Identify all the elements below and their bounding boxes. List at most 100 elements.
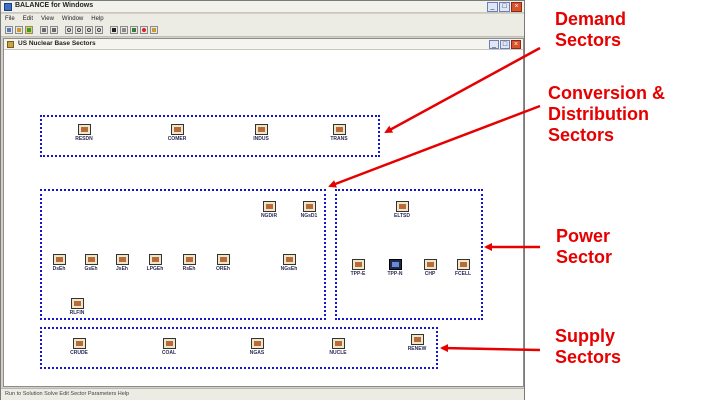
sector-node-tpp-n[interactable]: TPP-N	[380, 259, 410, 281]
sector-node-renew[interactable]: RENEW	[402, 334, 432, 356]
minimize-button[interactable]: _	[487, 2, 498, 12]
maximize-button[interactable]: □	[499, 2, 510, 12]
sector-node-dseh[interactable]: DsEh	[44, 254, 74, 276]
app-title-bar[interactable]: BALANCE for Windows _ □ ×	[1, 1, 524, 13]
help-icon[interactable]	[150, 26, 158, 34]
sector-label: RESDN	[75, 136, 93, 142]
sector-node-oreh[interactable]: OREh	[208, 254, 238, 276]
sector-node-coal[interactable]: COAL	[154, 338, 184, 360]
app-window-controls: _ □ ×	[487, 2, 522, 12]
annotation-line: Distribution	[548, 104, 649, 124]
factory-icon	[170, 124, 184, 135]
sector-node-chp[interactable]: CHP	[415, 259, 445, 281]
factory-icon	[115, 254, 129, 265]
run-icon[interactable]	[130, 26, 138, 34]
record-icon[interactable]	[140, 26, 148, 34]
sector-node-fcell[interactable]: FCELL	[448, 259, 478, 281]
sector-node-rseh[interactable]: RsEh	[174, 254, 204, 276]
new-icon[interactable]	[5, 26, 13, 34]
annotation-line: Sectors	[548, 125, 615, 145]
nuclear-plant-icon	[388, 259, 402, 270]
sector-label: INDUS	[253, 136, 269, 142]
annotation-line: Sectors	[555, 30, 622, 50]
print-icon[interactable]	[120, 26, 128, 34]
sector-node-rlfin[interactable]: RLFIN	[62, 298, 92, 320]
close-button[interactable]: ×	[511, 2, 522, 12]
child-maximize-button[interactable]: □	[500, 40, 510, 49]
sector-node-ngdir[interactable]: NGDiR	[254, 201, 284, 223]
conversion-annotation: Conversion & Distribution Sectors	[548, 83, 665, 146]
sector-label: ELTSD	[393, 213, 411, 219]
sector-label: RENEW	[407, 346, 427, 352]
sector-label: FCELL	[454, 271, 472, 277]
zoom-fit-icon[interactable]	[95, 26, 103, 34]
sector-label: COMER	[167, 136, 187, 142]
menu-edit[interactable]: Edit	[23, 14, 33, 24]
annotation-line: Supply	[555, 326, 616, 346]
toolbar	[1, 24, 524, 37]
sector-label: GsEh	[84, 266, 98, 272]
zoom-in-icon[interactable]	[75, 26, 83, 34]
child-minimize-button[interactable]: _	[489, 40, 499, 49]
menu-window[interactable]: Window	[62, 14, 83, 24]
sector-node-gseh[interactable]: GsEh	[76, 254, 106, 276]
open-icon[interactable]	[15, 26, 23, 34]
sector-node-ngsd1[interactable]: NGsD1	[294, 201, 324, 223]
find-icon[interactable]	[110, 26, 118, 34]
factory-icon	[331, 338, 345, 349]
supply-annotation: Supply Sectors	[555, 326, 621, 368]
menu-help[interactable]: Help	[91, 14, 103, 24]
child-title-bar[interactable]: US Nuclear Base Sectors _ □ ×	[4, 39, 523, 50]
sector-node-crude[interactable]: CRUDE	[64, 338, 94, 360]
sector-label: NGAS	[249, 350, 265, 356]
sector-node-lpgeh[interactable]: LPGEh	[140, 254, 170, 276]
sector-node-tpp-e[interactable]: TPP-E	[343, 259, 373, 281]
annotation-line: Power	[556, 226, 611, 246]
sector-label: TPP-E	[350, 271, 366, 277]
menu-bar: File Edit View Window Help	[1, 14, 524, 24]
factory-icon	[148, 254, 162, 265]
sector-label: NGsEh	[280, 266, 298, 272]
zoom-icon[interactable]	[65, 26, 73, 34]
sector-node-nucle[interactable]: NUCLE	[323, 338, 353, 360]
factory-icon	[423, 259, 437, 270]
annotation-line: Sectors	[555, 347, 622, 367]
demand-annotation: Demand Sectors	[555, 9, 626, 51]
sector-label: CHP	[424, 271, 436, 277]
sector-node-jseh[interactable]: JsEh	[107, 254, 137, 276]
sector-label: NUCLE	[329, 350, 347, 356]
sector-label: DsEh	[52, 266, 66, 272]
status-bar: Run to Solution Solve Edit Sector Parame…	[1, 388, 524, 400]
sector-label: NGDiR	[260, 213, 278, 219]
cut-icon[interactable]	[40, 26, 48, 34]
sector-node-eltsd[interactable]: ELTSD	[387, 201, 417, 223]
sector-label: LPGEh	[146, 266, 164, 272]
factory-icon	[254, 124, 268, 135]
factory-icon	[262, 201, 276, 212]
balance-app-window: BALANCE for Windows _ □ × File Edit View…	[0, 0, 525, 400]
sector-label: RsEh	[182, 266, 196, 272]
factory-icon	[250, 338, 264, 349]
sector-node-indus[interactable]: INDUS	[246, 124, 276, 146]
sector-node-ngseh[interactable]: NGsEh	[274, 254, 304, 276]
menu-file[interactable]: File	[5, 14, 15, 24]
sector-node-trans[interactable]: TRANS	[324, 124, 354, 146]
sector-node-resdn[interactable]: RESDN	[69, 124, 99, 146]
power-annotation: Power Sector	[556, 226, 612, 268]
child-title: US Nuclear Base Sectors	[18, 40, 96, 47]
sector-node-ngas[interactable]: NGAS	[242, 338, 272, 360]
copy-icon[interactable]	[50, 26, 58, 34]
child-close-button[interactable]: ×	[511, 40, 521, 49]
menu-view[interactable]: View	[41, 14, 54, 24]
zoom-out-icon[interactable]	[85, 26, 93, 34]
supply-sectors-group	[40, 327, 438, 369]
sector-label: TPP-N	[387, 271, 403, 277]
factory-icon	[351, 259, 365, 270]
factory-icon	[162, 338, 176, 349]
save-icon[interactable]	[25, 26, 33, 34]
sector-label: NGsD1	[300, 213, 318, 219]
factory-icon	[70, 298, 84, 309]
sector-node-comer[interactable]: COMER	[162, 124, 192, 146]
sector-label: OREh	[216, 266, 230, 272]
factory-icon	[410, 334, 424, 345]
